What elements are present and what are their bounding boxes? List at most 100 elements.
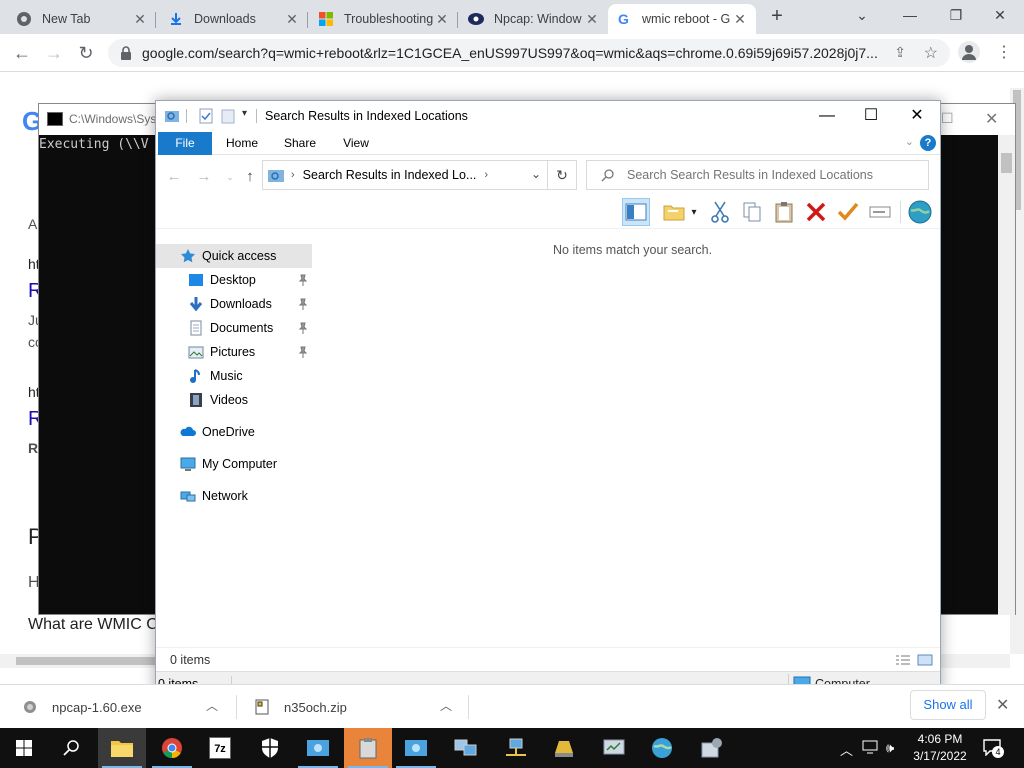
- taskbar-app[interactable]: [688, 728, 736, 768]
- taskbar-chrome[interactable]: [148, 728, 196, 768]
- rename-button[interactable]: [866, 198, 894, 226]
- reload-button[interactable]: ↻: [74, 41, 98, 65]
- share-icon[interactable]: ⇪: [894, 44, 906, 61]
- bookmark-star-icon[interactable]: ☆: [924, 43, 938, 63]
- select-button[interactable]: [834, 198, 862, 226]
- large-icons-view-icon[interactable]: [917, 654, 933, 666]
- globe-button[interactable]: [906, 198, 934, 226]
- explorer-search-box[interactable]: [586, 160, 929, 190]
- back-arrow-icon[interactable]: ←: [164, 167, 184, 187]
- customize-qat-chevron-icon[interactable]: ▾: [242, 108, 247, 119]
- download-item[interactable]: n35och.zip ︿: [254, 685, 454, 729]
- tab-new-tab[interactable]: New Tab ✕: [8, 4, 156, 34]
- nav-downloads[interactable]: Downloads: [156, 292, 312, 316]
- address-dropdown-icon[interactable]: ⌄: [531, 167, 541, 181]
- nav-music[interactable]: Music: [156, 364, 312, 388]
- tab-wmic-reboot[interactable]: G wmic reboot - G ✕: [608, 4, 756, 34]
- delete-button[interactable]: [802, 198, 830, 226]
- profile-avatar-icon[interactable]: [958, 41, 980, 63]
- taskbar-app[interactable]: [294, 728, 342, 768]
- taskbar-file-explorer[interactable]: [98, 728, 146, 768]
- tab-troubleshooting[interactable]: Troubleshooting ✕: [310, 4, 458, 34]
- tab-close-icon[interactable]: ✕: [132, 11, 148, 27]
- back-button[interactable]: ←: [10, 41, 34, 65]
- breadcrumb-separator-icon[interactable]: ›: [484, 169, 488, 181]
- paste-button[interactable]: [770, 198, 798, 226]
- clock[interactable]: 4:06 PM 3/17/2022: [912, 731, 968, 765]
- explorer-minimize-button[interactable]: —: [804, 101, 850, 131]
- show-all-downloads-button[interactable]: Show all: [910, 690, 986, 720]
- file-explorer-window[interactable]: ▾ Search Results in Indexed Locations — …: [155, 100, 941, 694]
- cmd-close-button[interactable]: ✕: [985, 109, 998, 129]
- new-folder-icon[interactable]: [220, 108, 236, 124]
- cut-button[interactable]: [706, 198, 734, 226]
- nav-onedrive[interactable]: OneDrive: [156, 420, 312, 444]
- taskbar-search-button[interactable]: [48, 728, 96, 768]
- tab-close-icon[interactable]: ✕: [284, 11, 300, 27]
- explorer-address-bar[interactable]: › Search Results in Indexed Lo... › ⌄: [262, 160, 548, 190]
- new-folder-button[interactable]: [660, 198, 688, 226]
- help-button[interactable]: ?: [920, 135, 936, 151]
- tab-search-chevron-icon[interactable]: ⌄: [848, 4, 876, 26]
- scrollbar-thumb[interactable]: [1001, 153, 1012, 173]
- new-folder-dropdown-icon[interactable]: ▾: [686, 198, 702, 226]
- pin-icon[interactable]: [298, 322, 308, 334]
- download-item[interactable]: npcap-1.60.exe ︿: [22, 685, 222, 729]
- nav-videos[interactable]: Videos: [156, 388, 312, 412]
- pin-icon[interactable]: [298, 274, 308, 286]
- up-arrow-icon[interactable]: ↑: [240, 167, 260, 187]
- properties-icon[interactable]: [198, 108, 214, 124]
- result-fragment[interactable]: What are WMIC C: [28, 616, 158, 634]
- copy-button[interactable]: [738, 198, 766, 226]
- pin-icon[interactable]: [298, 346, 308, 358]
- taskbar-security[interactable]: [246, 728, 294, 768]
- close-window-button[interactable]: ✕: [986, 4, 1014, 26]
- recent-locations-chevron-icon[interactable]: ⌄: [220, 167, 240, 187]
- nav-network[interactable]: Network: [156, 484, 312, 508]
- taskbar-app[interactable]: [638, 728, 686, 768]
- refresh-button[interactable]: ↻: [547, 160, 577, 190]
- volume-icon[interactable]: 🕪: [886, 740, 894, 756]
- tab-share[interactable]: Share: [278, 132, 322, 155]
- taskbar-app[interactable]: [442, 728, 490, 768]
- forward-button[interactable]: →: [42, 41, 66, 65]
- show-hidden-icons-chevron[interactable]: ︿: [840, 740, 853, 759]
- nav-quick-access[interactable]: Quick access: [156, 244, 312, 268]
- network-status-icon[interactable]: [862, 740, 878, 754]
- start-button[interactable]: [0, 728, 48, 768]
- download-options-chevron-icon[interactable]: ︿: [440, 697, 452, 714]
- tab-downloads[interactable]: Downloads ✕: [160, 4, 308, 34]
- tab-view[interactable]: View: [334, 132, 378, 155]
- taskbar-app[interactable]: [540, 728, 588, 768]
- tab-file[interactable]: File: [158, 132, 212, 155]
- taskbar-7zip[interactable]: 7z: [196, 728, 244, 768]
- tab-close-icon[interactable]: ✕: [434, 11, 450, 27]
- taskbar-app[interactable]: [344, 728, 392, 768]
- taskbar-app[interactable]: [492, 728, 540, 768]
- details-view-icon[interactable]: [895, 654, 911, 666]
- action-center-button[interactable]: 4: [982, 738, 1004, 758]
- taskbar-app[interactable]: [392, 728, 440, 768]
- preview-pane-button[interactable]: [622, 198, 650, 226]
- search-input[interactable]: [627, 168, 927, 182]
- cmd-maximize-button[interactable]: ☐: [941, 110, 954, 127]
- forward-arrow-icon[interactable]: →: [194, 167, 214, 187]
- tab-close-icon[interactable]: ✕: [584, 11, 600, 27]
- download-options-chevron-icon[interactable]: ︿: [206, 697, 218, 714]
- cmd-scrollbar[interactable]: [998, 135, 1015, 615]
- pin-icon[interactable]: [298, 298, 308, 310]
- nav-documents[interactable]: Documents: [156, 316, 312, 340]
- nav-desktop[interactable]: Desktop: [156, 268, 312, 292]
- breadcrumb[interactable]: Search Results in Indexed Lo...: [303, 168, 477, 182]
- tab-npcap[interactable]: Npcap: Window ✕: [460, 4, 608, 34]
- explorer-close-button[interactable]: ✕: [894, 101, 940, 131]
- more-menu-icon[interactable]: ⋮: [996, 42, 1012, 62]
- restore-button[interactable]: ❐: [942, 4, 970, 26]
- minimize-button[interactable]: —: [896, 4, 924, 26]
- new-tab-button[interactable]: +: [766, 6, 788, 28]
- nav-pictures[interactable]: Pictures: [156, 340, 312, 364]
- nav-my-computer[interactable]: My Computer: [156, 452, 312, 476]
- address-bar[interactable]: google.com/search?q=wmic+reboot&rlz=1C1G…: [108, 39, 950, 67]
- close-download-shelf-icon[interactable]: ✕: [996, 695, 1009, 715]
- explorer-title-bar[interactable]: ▾ Search Results in Indexed Locations — …: [156, 101, 940, 132]
